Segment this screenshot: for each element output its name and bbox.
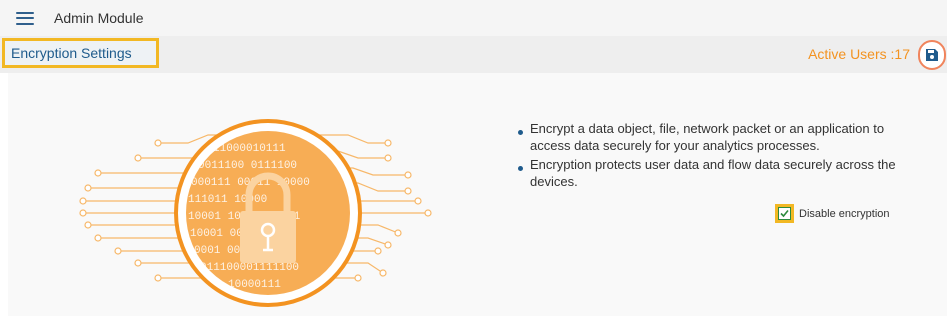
description-list: Encrypt a data object, file, network pac… [518, 120, 918, 192]
padlock-circuit-icon: 11000010111 0011100 0111100 000111 00011… [79, 119, 432, 307]
svg-text:111011 10000: 111011 10000 [188, 194, 267, 206]
main-content: 11000010111 0011100 0111100 000111 00011… [8, 73, 947, 316]
bullet-text: Encrypt a data object, file, network pac… [530, 121, 885, 153]
save-icon [926, 49, 938, 61]
hamburger-icon[interactable] [16, 11, 34, 25]
svg-text:11000010111: 11000010111 [213, 143, 286, 155]
disable-encryption-checkbox[interactable] [775, 204, 794, 223]
checkmark-icon [780, 209, 789, 218]
disable-encryption-label: Disable encryption [799, 207, 890, 220]
save-button[interactable] [918, 40, 946, 70]
active-users-count: Active Users :17 [808, 46, 910, 62]
page-title: Encryption Settings [2, 38, 159, 68]
disable-encryption-row: Disable encryption [775, 204, 890, 223]
svg-text:0011100 0111100: 0011100 0111100 [198, 160, 297, 172]
top-bar: Admin Module [0, 0, 947, 36]
bullet-text: Encryption protects user data and flow d… [530, 157, 896, 189]
list-item: Encrypt a data object, file, network pac… [518, 120, 918, 154]
app-title: Admin Module [54, 10, 144, 26]
list-item: Encryption protects user data and flow d… [518, 156, 918, 190]
svg-text:10000111: 10000111 [228, 279, 281, 291]
svg-text:011100001111100: 011100001111100 [200, 262, 299, 274]
